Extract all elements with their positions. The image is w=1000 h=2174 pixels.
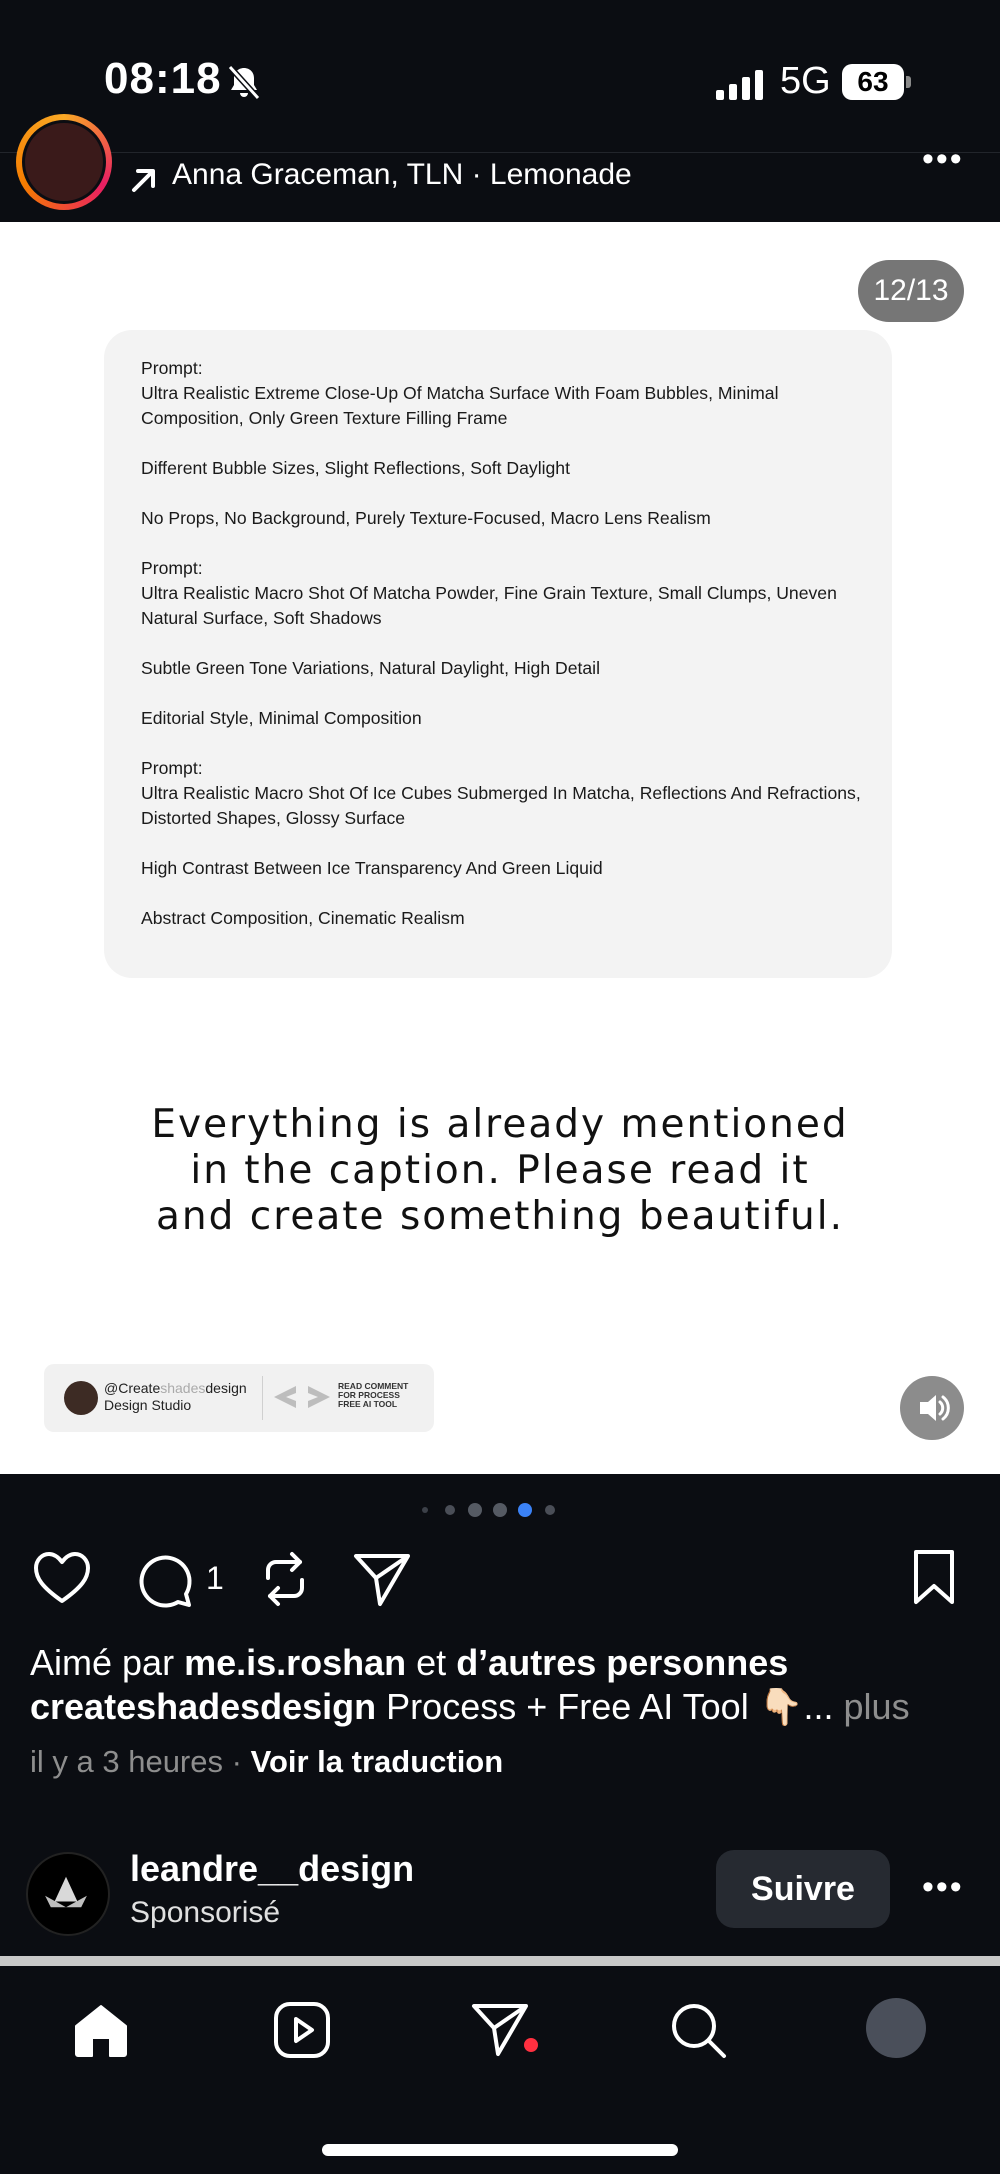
profile-avatar[interactable] <box>866 1998 926 2058</box>
comment-icon[interactable] <box>134 1550 194 1610</box>
prompt-label: Prompt: <box>141 758 203 778</box>
liker-username[interactable]: me.is.roshan <box>184 1642 406 1683</box>
repost-icon[interactable] <box>256 1548 314 1610</box>
carousel-dot <box>493 1503 507 1517</box>
post-time: il y a 3 heures <box>30 1744 223 1779</box>
avatar[interactable] <box>16 114 112 210</box>
prompt-block: Prompt: Ultra Realistic Extreme Close-Up… <box>141 356 861 431</box>
post-caption[interactable]: createshadesdesign Process + Free AI Too… <box>30 1686 910 1728</box>
bell-slash-icon <box>227 64 261 101</box>
prompt-line: Ultra Realistic Extreme Close-Up Of Matc… <box>141 383 779 428</box>
signal-icon <box>716 70 763 100</box>
prompt-block: Prompt: Ultra Realistic Macro Shot Of Ic… <box>141 756 861 831</box>
battery-level: 63 <box>857 66 889 97</box>
badge-divider <box>262 1376 263 1420</box>
carousel-dot <box>545 1505 555 1515</box>
message-line: in the caption. Please read it <box>190 1148 810 1193</box>
speaker-icon <box>920 1395 950 1421</box>
arrow-up-right-icon <box>132 169 155 192</box>
prompt-label: Prompt: <box>141 558 203 578</box>
battery-icon: 63 <box>842 64 912 100</box>
sponsor-avatar[interactable] <box>26 1852 110 1936</box>
status-time: 08:18 <box>104 54 222 103</box>
carousel-dot <box>422 1507 428 1513</box>
prompt-label: Prompt: <box>141 358 203 378</box>
bookmark-icon[interactable] <box>910 1548 958 1608</box>
badge-handle: @Createshadesdesign <box>104 1380 247 1396</box>
prompt-line: Editorial Style, Minimal Composition <box>141 708 422 728</box>
audio-subtitle[interactable]: Anna Graceman, TLN · Lemonade <box>172 158 632 192</box>
prompt-line: No Props, No Background, Purely Texture-… <box>141 508 711 528</box>
carousel-dot <box>468 1503 482 1517</box>
home-icon[interactable] <box>72 2002 130 2060</box>
translate-link[interactable]: Voir la traduction <box>251 1744 504 1779</box>
more-icon[interactable]: ••• <box>922 140 964 179</box>
tab-bar <box>0 1966 1000 2174</box>
post-meta: il y a 3 heures · Voir la traduction <box>30 1744 504 1779</box>
prompt-line: Subtle Green Tone Variations, Natural Da… <box>141 658 600 678</box>
message-line: and create something beautiful. <box>155 1194 845 1239</box>
slide-counter: 12/13 <box>858 260 964 322</box>
sponsor-logo <box>45 1876 87 1908</box>
home-indicator[interactable] <box>322 2144 678 2156</box>
follow-button[interactable]: Suivre <box>716 1850 890 1928</box>
prompt-line: Abstract Composition, Cinematic Realism <box>141 908 465 928</box>
sound-button[interactable] <box>900 1376 964 1440</box>
comment-count[interactable]: 1 <box>206 1560 224 1597</box>
prompt-line: High Contrast Between Ice Transparency A… <box>141 858 603 878</box>
code-brackets-icon <box>274 1386 330 1408</box>
sponsor-username[interactable]: leandre__design <box>130 1848 414 1890</box>
sponsored-label: Sponsorisé <box>130 1896 281 1929</box>
prompt-line: Ultra Realistic Macro Shot Of Matcha Pow… <box>141 583 837 628</box>
search-icon[interactable] <box>668 2000 728 2060</box>
message-line: Everything is already mentioned <box>151 1102 849 1147</box>
prompt-line: Ultra Realistic Macro Shot Of Ice Cubes … <box>141 783 861 828</box>
carousel-dot <box>445 1505 455 1515</box>
next-post-divider <box>0 1956 1000 1966</box>
share-icon[interactable] <box>352 1550 412 1608</box>
carousel-dot-active <box>518 1503 532 1517</box>
badge-read-text: READ COMMENT FOR PROCESS FREE AI TOOL <box>338 1381 409 1409</box>
caption-username[interactable]: createshadesdesign <box>30 1686 376 1727</box>
likes-summary[interactable]: Aimé par me.is.roshan et d’autres person… <box>30 1642 788 1684</box>
caption-more-link[interactable]: plus <box>844 1686 910 1727</box>
badge-avatar <box>64 1381 98 1415</box>
prompt-block: Prompt: Ultra Realistic Macro Shot Of Ma… <box>141 556 861 631</box>
more-icon[interactable]: ••• <box>922 1868 964 1907</box>
notification-dot <box>524 2038 538 2052</box>
prompt-line: Different Bubble Sizes, Slight Reflectio… <box>141 458 570 478</box>
heart-icon[interactable] <box>32 1550 92 1606</box>
reels-icon[interactable] <box>272 2000 332 2060</box>
messages-icon[interactable] <box>470 2000 530 2058</box>
prompt-list: Prompt: Ultra Realistic Extreme Close-Up… <box>141 356 861 931</box>
slide-message: Everything is already mentioned in the c… <box>60 1102 940 1240</box>
network-type: 5G <box>780 60 831 102</box>
badge-studio: Design Studio <box>104 1397 192 1413</box>
